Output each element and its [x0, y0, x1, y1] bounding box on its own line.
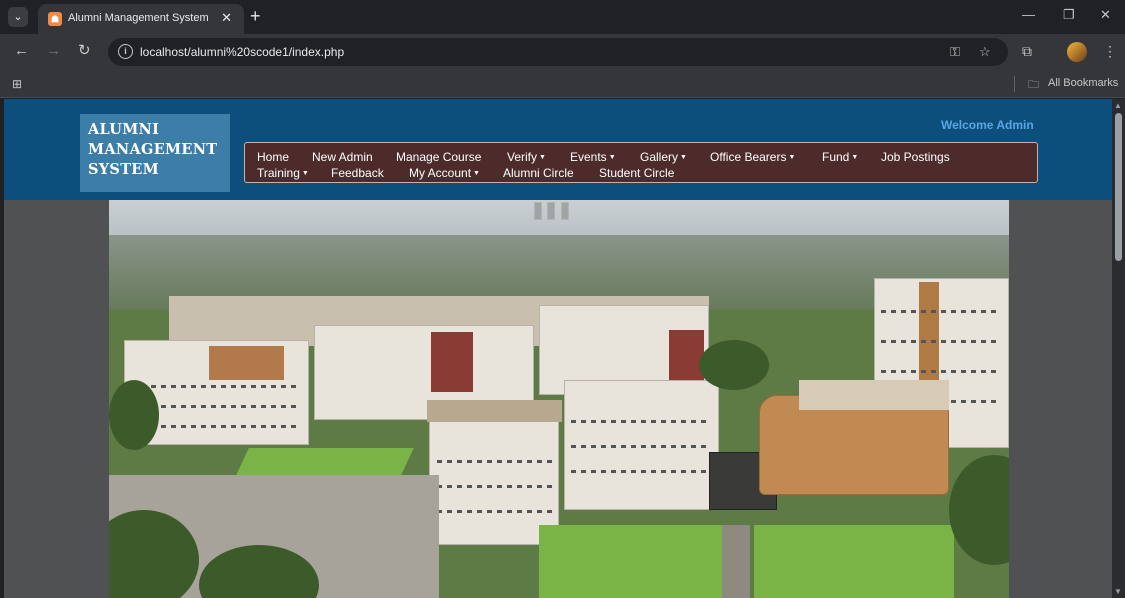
- window-close-icon[interactable]: ✕: [1100, 7, 1111, 23]
- caret-down-icon: ▼: [539, 154, 546, 162]
- hero-windows: [131, 385, 301, 388]
- favicon-icon: ☗: [48, 12, 62, 26]
- menu-icon[interactable]: ⋮: [1103, 43, 1117, 60]
- nav-fund[interactable]: Fund ▼: [822, 150, 858, 164]
- hero-building-front: [429, 405, 559, 545]
- bookmarks-bar: ⊞ 🗀 All Bookmarks: [0, 70, 1125, 98]
- nav-office-bearers[interactable]: Office Bearers ▼: [710, 150, 795, 164]
- welcome-text: Welcome Admin: [941, 118, 1034, 132]
- hero-lawn: [539, 525, 739, 598]
- hero-roof-round: [799, 380, 949, 410]
- back-icon[interactable]: ←: [14, 43, 29, 59]
- scroll-up-icon[interactable]: ▲: [1114, 101, 1122, 110]
- site-header: ALUMNI MANAGEMENT SYSTEM Welcome Admin H…: [4, 99, 1112, 200]
- tab-search-icon[interactable]: ⌄: [8, 7, 28, 27]
- hero-sky: [109, 200, 1009, 240]
- hero-tower: [561, 202, 569, 220]
- nav-verify[interactable]: Verify ▼: [507, 150, 546, 164]
- hero-windows: [881, 310, 1001, 313]
- nav-training[interactable]: Training ▼: [257, 166, 309, 180]
- password-key-icon[interactable]: ⚿: [950, 44, 960, 60]
- logo-line-1: ALUMNI: [88, 121, 160, 138]
- campus-hero-image: [109, 200, 1009, 598]
- hero-windows: [571, 445, 711, 448]
- hero-windows: [571, 470, 711, 473]
- bookmark-star-icon[interactable]: ☆: [979, 44, 991, 60]
- nav-my-account[interactable]: My Account ▼: [409, 166, 480, 180]
- caret-down-icon: ▼: [301, 170, 309, 178]
- nav-alumni-circle[interactable]: Alumni Circle: [503, 166, 574, 180]
- browser-toolbar: ← → ↻ i localhost/alumni%20scode1/index.…: [0, 34, 1125, 70]
- nav-home[interactable]: Home: [257, 150, 289, 164]
- hero-tree: [699, 340, 769, 390]
- nav-new-admin[interactable]: New Admin: [312, 150, 373, 164]
- extensions-icon[interactable]: ⧉: [1022, 43, 1032, 60]
- logo-line-3: SYSTEM: [88, 161, 159, 178]
- hero-windows: [571, 420, 711, 423]
- minimize-icon[interactable]: —: [1022, 7, 1035, 22]
- caret-down-icon: ▼: [608, 154, 616, 162]
- caret-down-icon: ▼: [473, 170, 480, 178]
- hero-roof-accent: [209, 346, 284, 380]
- main-nav: Home New Admin Manage Course Verify ▼ Eve…: [244, 142, 1038, 183]
- folder-icon[interactable]: 🗀: [1028, 76, 1039, 95]
- caret-down-icon: ▼: [851, 154, 859, 162]
- restore-icon[interactable]: ❐: [1063, 7, 1075, 23]
- hero-walkway: [722, 525, 750, 598]
- hero-windows: [437, 460, 552, 463]
- tab-strip: ⌄ ☗ Alumni Management System ✕ + — ❐ ✕: [0, 0, 1125, 34]
- hero-roof-front: [427, 400, 562, 422]
- browser-tab[interactable]: ☗ Alumni Management System ✕: [38, 4, 244, 34]
- nav-student-circle[interactable]: Student Circle: [599, 166, 674, 180]
- address-bar[interactable]: i localhost/alumni%20scode1/index.php ⚿ …: [108, 38, 1008, 66]
- hero-windows: [881, 370, 1001, 373]
- scroll-down-icon[interactable]: ▼: [1114, 587, 1122, 596]
- site-info-icon[interactable]: i: [118, 44, 133, 59]
- site-logo[interactable]: ALUMNI MANAGEMENT SYSTEM: [80, 114, 230, 192]
- hero-windows: [881, 340, 1001, 343]
- bookmarks-divider: [1014, 76, 1015, 92]
- logo-line-2: MANAGEMENT: [88, 141, 218, 158]
- hero-tower: [534, 202, 542, 220]
- caret-down-icon: ▼: [788, 154, 796, 162]
- hero-round-building: [759, 395, 949, 495]
- page-scrollbar[interactable]: ▲ ▼: [1112, 99, 1125, 598]
- hero-tower: [547, 202, 555, 220]
- tab-title: Alumni Management System: [68, 12, 209, 24]
- hero-brick-facade: [431, 332, 473, 392]
- page-viewport: ALUMNI MANAGEMENT SYSTEM Welcome Admin H…: [4, 99, 1112, 598]
- profile-avatar-icon[interactable]: [1067, 42, 1087, 62]
- nav-events[interactable]: Events ▼: [570, 150, 616, 164]
- nav-gallery[interactable]: Gallery ▼: [640, 150, 687, 164]
- all-bookmarks-link[interactable]: All Bookmarks: [1048, 77, 1118, 89]
- hero-windows: [437, 485, 552, 488]
- apps-icon[interactable]: ⊞: [12, 77, 22, 91]
- new-tab-icon[interactable]: +: [250, 6, 261, 26]
- forward-icon[interactable]: →: [46, 43, 61, 59]
- hero-lawn: [754, 525, 954, 598]
- nav-feedback[interactable]: Feedback: [331, 166, 384, 180]
- nav-job-postings[interactable]: Job Postings: [881, 150, 950, 164]
- reload-icon[interactable]: ↻: [78, 43, 91, 59]
- url-text[interactable]: localhost/alumni%20scode1/index.php: [140, 45, 344, 59]
- hero-windows: [437, 510, 552, 513]
- caret-down-icon: ▼: [680, 154, 687, 162]
- hero-tree: [109, 380, 159, 450]
- nav-manage-course[interactable]: Manage Course: [396, 150, 481, 164]
- scrollbar-thumb[interactable]: [1115, 113, 1122, 261]
- close-icon[interactable]: ✕: [221, 10, 232, 26]
- hero-brick-facade: [669, 330, 704, 380]
